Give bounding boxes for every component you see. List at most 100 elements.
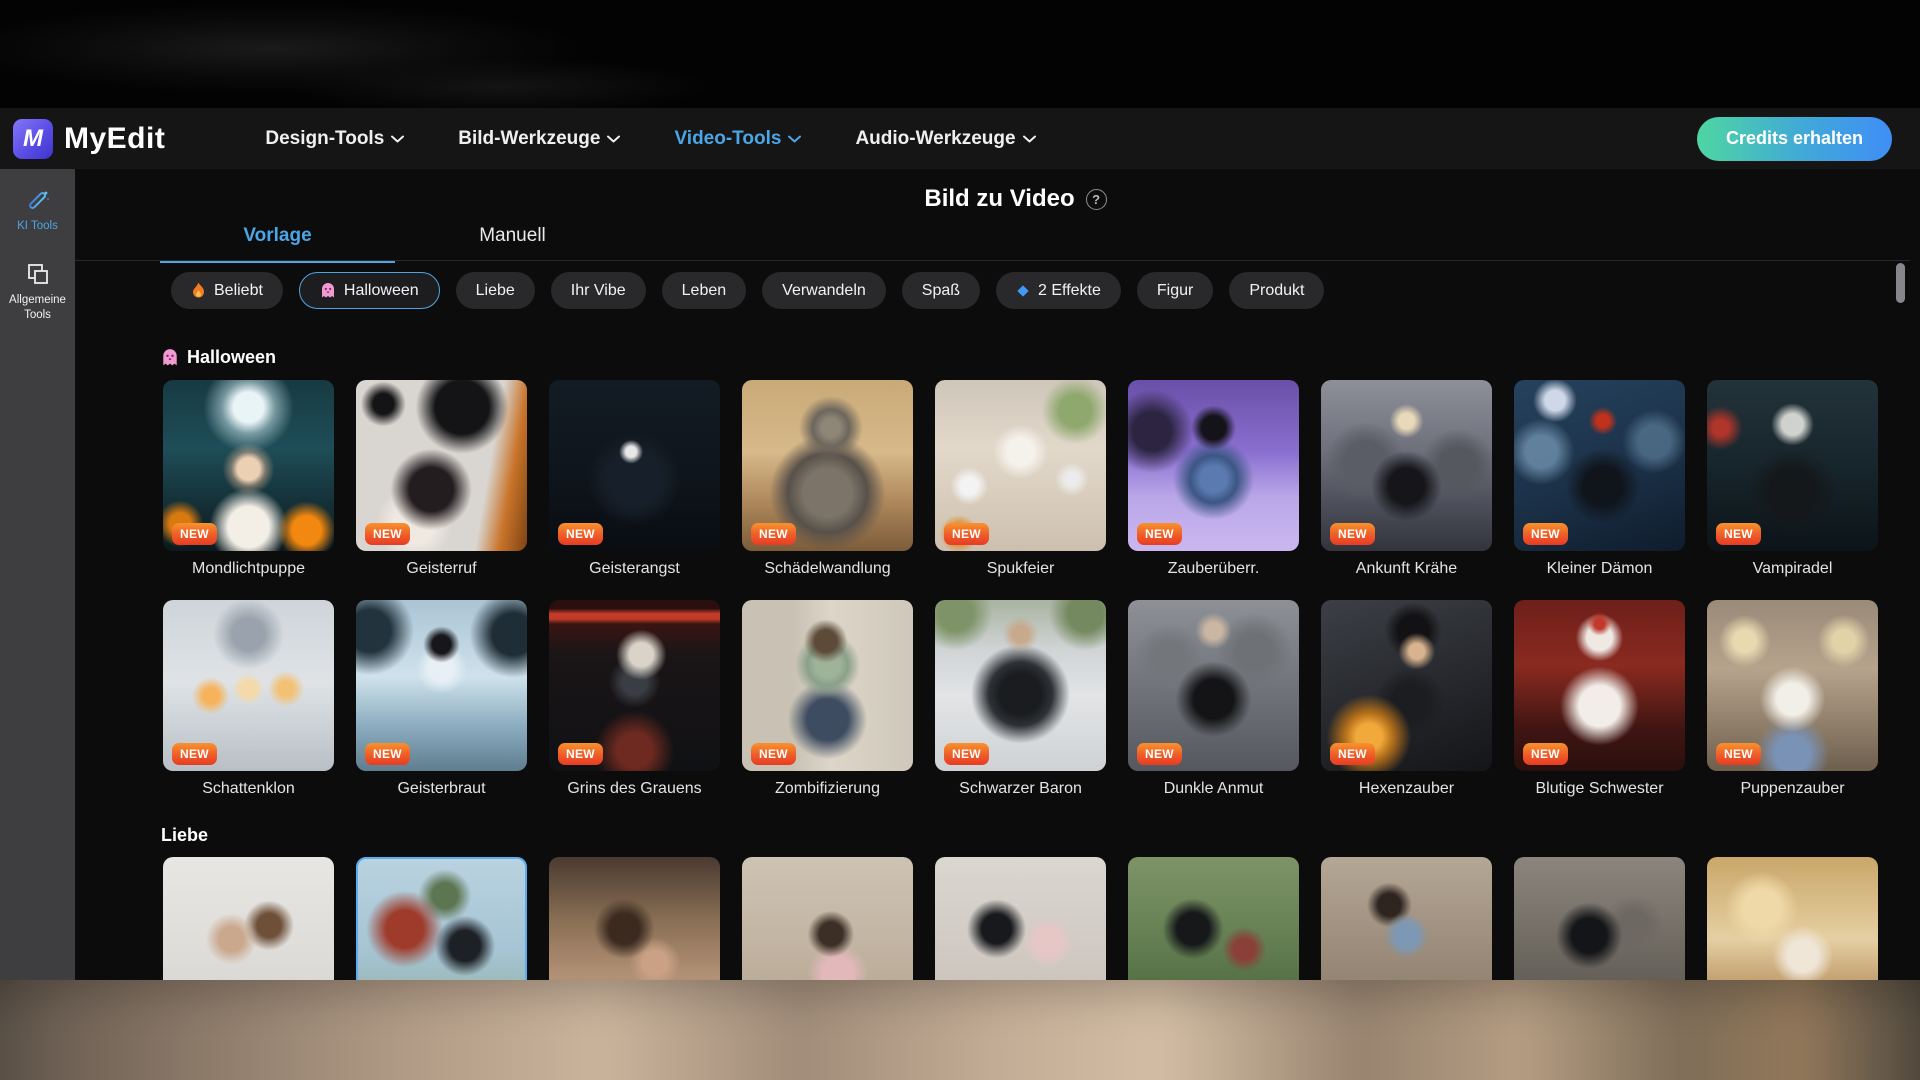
tab-vorlage[interactable]: Vorlage — [160, 225, 395, 263]
new-badge: NEW — [558, 743, 603, 765]
new-badge: NEW — [172, 523, 217, 545]
template-thumbnail: NEW — [935, 600, 1106, 771]
template-card[interactable]: NEW Schattenklon — [163, 600, 334, 798]
chip-ihr-vibe[interactable]: Ihr Vibe — [551, 272, 646, 309]
template-title: Schattenklon — [163, 780, 334, 798]
template-card[interactable]: NEW Geisterbraut — [356, 600, 527, 798]
template-thumbnail: NEW — [742, 600, 913, 771]
new-badge: NEW — [1137, 743, 1182, 765]
new-badge: NEW — [1137, 523, 1182, 545]
template-card[interactable]: NEW Zauberüberr. — [1128, 380, 1299, 578]
overlapping-squares-icon — [25, 261, 51, 287]
chip-halloween[interactable]: Halloween — [299, 272, 440, 309]
brand-name[interactable]: MyEdit — [64, 122, 165, 156]
template-card[interactable] — [163, 857, 334, 980]
credits-button[interactable]: Credits erhalten — [1697, 117, 1892, 161]
template-title: Kleiner Dämon — [1514, 560, 1685, 578]
bottom-blur-gradient — [0, 980, 1920, 1080]
help-icon[interactable]: ? — [1086, 189, 1107, 210]
template-title: Geisterruf — [356, 560, 527, 578]
template-title: Zauberüberr. — [1128, 560, 1299, 578]
nav-bild-werkzeuge[interactable]: Bild-Werkzeuge — [458, 128, 620, 150]
chip-leben[interactable]: Leben — [662, 272, 747, 309]
template-title: Ankunft Krähe — [1321, 560, 1492, 578]
template-title: Vampiradel — [1707, 560, 1878, 578]
template-card[interactable] — [549, 857, 720, 980]
template-title: Spukfeier — [935, 560, 1106, 578]
sidebar-item-ki-tools[interactable]: KI Tools — [3, 187, 73, 235]
nav-label: Audio-Werkzeuge — [855, 128, 1015, 150]
nav-design-tools[interactable]: Design-Tools — [265, 128, 404, 150]
chip-produkt[interactable]: Produkt — [1229, 272, 1324, 309]
template-card[interactable]: NEW Spukfeier — [935, 380, 1106, 578]
template-card[interactable] — [1707, 857, 1878, 980]
chip-liebe[interactable]: Liebe — [456, 272, 535, 309]
template-card[interactable]: NEW Kleiner Dämon — [1514, 380, 1685, 578]
template-thumbnail: NEW — [356, 600, 527, 771]
myedit-logo-icon[interactable]: M — [13, 119, 53, 159]
template-card[interactable]: NEW Schädelwandlung — [742, 380, 913, 578]
template-title: Mondlichtpuppe — [163, 560, 334, 578]
chip-spass[interactable]: Spaß — [902, 272, 980, 309]
chip-label: Spaß — [922, 282, 960, 300]
template-card[interactable]: NEW Vampiradel — [1707, 380, 1878, 578]
vertical-scrollbar-thumb[interactable] — [1896, 263, 1905, 303]
template-thumbnail: NEW — [1514, 600, 1685, 771]
nav-label: Video-Tools — [674, 128, 781, 150]
ghost-icon — [320, 282, 336, 299]
chip-2-effekte[interactable]: 2 Effekte — [996, 272, 1121, 309]
chevron-down-icon — [391, 135, 404, 143]
new-badge: NEW — [1716, 743, 1761, 765]
template-title: Hexenzauber — [1321, 780, 1492, 798]
flame-icon — [191, 282, 206, 299]
template-card[interactable]: NEW Geisterruf — [356, 380, 527, 578]
template-card[interactable]: NEW Geisterangst — [549, 380, 720, 578]
template-title: Dunkle Anmut — [1128, 780, 1299, 798]
chevron-down-icon — [788, 135, 801, 143]
tab-manuell[interactable]: Manuell — [395, 225, 630, 263]
template-title: Geisterangst — [549, 560, 720, 578]
template-card[interactable]: NEW Hexenzauber — [1321, 600, 1492, 798]
template-card[interactable] — [1321, 857, 1492, 980]
section-title: Halloween — [187, 347, 276, 368]
template-card[interactable]: NEW Dunkle Anmut — [1128, 600, 1299, 798]
template-card[interactable]: NEW Puppenzauber — [1707, 600, 1878, 798]
chip-beliebt[interactable]: Beliebt — [171, 272, 283, 309]
template-thumbnail: NEW — [1321, 380, 1492, 551]
chip-label: Ihr Vibe — [571, 282, 626, 300]
template-card-selected[interactable] — [356, 857, 527, 980]
sidebar-item-allgemeine-tools[interactable]: Allgemeine Tools — [3, 261, 73, 324]
template-card[interactable]: NEW Schwarzer Baron — [935, 600, 1106, 798]
template-card[interactable]: NEW Grins des Grauens — [549, 600, 720, 798]
section-header-liebe: Liebe — [161, 825, 208, 846]
template-card[interactable]: NEW Blutige Schwester — [1514, 600, 1685, 798]
chip-figur[interactable]: Figur — [1137, 272, 1213, 309]
template-card[interactable] — [935, 857, 1106, 980]
logo-letter: M — [23, 127, 43, 151]
template-card[interactable]: NEW Zombifizierung — [742, 600, 913, 798]
nav-audio-werkzeuge[interactable]: Audio-Werkzeuge — [855, 128, 1035, 150]
template-title: Blutige Schwester — [1514, 780, 1685, 798]
template-title: Geisterbraut — [356, 780, 527, 798]
template-card[interactable] — [1128, 857, 1299, 980]
new-badge: NEW — [1523, 743, 1568, 765]
template-thumbnail — [1514, 857, 1685, 980]
new-badge: NEW — [944, 523, 989, 545]
template-card[interactable]: NEW Ankunft Krähe — [1321, 380, 1492, 578]
chevron-down-icon — [607, 135, 620, 143]
template-card[interactable]: NEW Mondlichtpuppe — [163, 380, 334, 578]
template-card[interactable] — [742, 857, 913, 980]
halloween-row-2: NEW Schattenklon NEW Geisterbraut NEW Gr… — [163, 600, 1878, 798]
chip-verwandeln[interactable]: Verwandeln — [762, 272, 886, 309]
chip-label: Liebe — [476, 282, 515, 300]
nav-label: Bild-Werkzeuge — [458, 128, 600, 150]
filter-chips: Beliebt Halloween Liebe Ihr Vibe Leben V… — [171, 272, 1324, 309]
magic-wand-icon — [25, 187, 51, 213]
nav-video-tools[interactable]: Video-Tools — [674, 128, 801, 150]
template-card[interactable] — [1514, 857, 1685, 980]
tabs-divider — [75, 260, 1910, 261]
template-thumbnail: NEW — [935, 380, 1106, 551]
template-thumbnail: NEW — [549, 600, 720, 771]
chip-label: Halloween — [344, 282, 419, 300]
tabs: Vorlage Manuell — [160, 225, 630, 263]
